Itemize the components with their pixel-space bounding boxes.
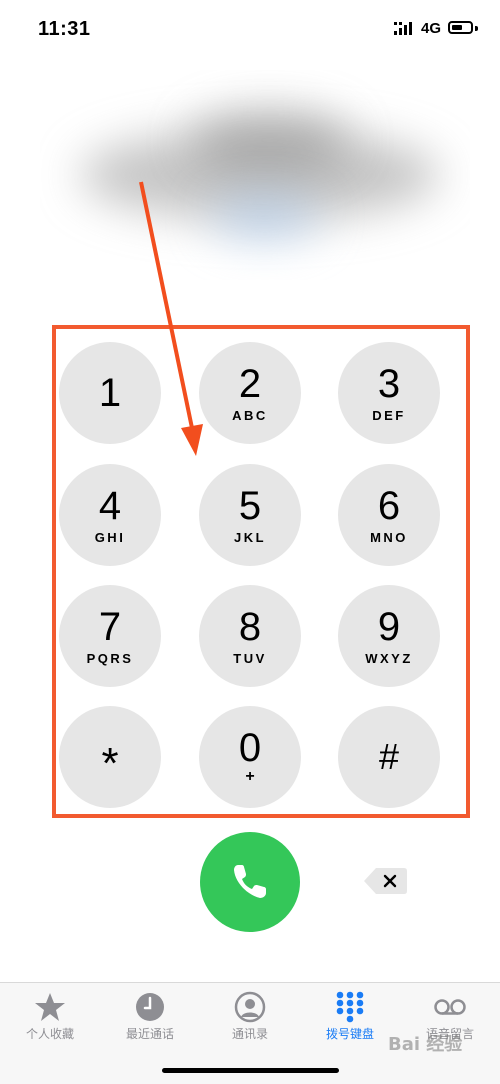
phone-icon — [234, 865, 266, 898]
key-star[interactable]: * — [59, 706, 161, 808]
tab-recents[interactable]: 最近通话 — [100, 983, 200, 1053]
key-2[interactable]: 2 ABC — [199, 342, 301, 444]
key-digit: 0 — [238, 726, 262, 770]
tab-label: 通讯录 — [231, 1027, 268, 1041]
delete-icon — [364, 868, 407, 894]
dialed-number-blurred — [40, 70, 470, 280]
key-0[interactable]: 0 + — [199, 706, 301, 808]
contacts-icon — [234, 991, 266, 1023]
key-6[interactable]: 6 MNO — [338, 464, 440, 566]
key-digit: 3 — [377, 361, 401, 406]
key-digit: 2 — [238, 361, 262, 406]
tab-keypad[interactable]: 拨号键盘 — [300, 983, 400, 1053]
watermark: Bai 经验 — [388, 1034, 463, 1055]
key-8[interactable]: 8 TUV — [199, 585, 301, 687]
voicemail-icon — [434, 999, 466, 1015]
key-letters: MNO — [370, 529, 408, 545]
tab-favorites[interactable]: 个人收藏 — [0, 983, 100, 1053]
key-1[interactable]: 1 — [59, 342, 161, 444]
home-indicator — [162, 1068, 339, 1073]
key-letters: WXYZ — [365, 650, 413, 666]
key-letters: PQRS — [86, 650, 134, 666]
star-icon — [35, 993, 65, 1021]
clock-icon — [136, 993, 164, 1021]
key-hash[interactable]: # — [338, 706, 440, 808]
key-4[interactable]: 4 GHI — [59, 464, 161, 566]
key-digit: 5 — [238, 483, 262, 528]
key-digit: # — [378, 736, 400, 777]
tab-label: 个人收藏 — [25, 1027, 74, 1041]
key-letters: ABC — [232, 407, 268, 423]
key-digit: 8 — [238, 604, 262, 649]
signal-icon — [394, 22, 412, 35]
key-digit: 9 — [377, 604, 401, 649]
tab-label: 最近通话 — [125, 1027, 174, 1041]
status-time: 11:31 — [38, 18, 91, 40]
key-letters: DEF — [372, 407, 406, 423]
network-label: 4G — [421, 20, 442, 37]
tab-label: 拨号键盘 — [325, 1027, 374, 1041]
key-digit: 7 — [98, 604, 122, 649]
call-button[interactable] — [200, 832, 300, 932]
key-5[interactable]: 5 JKL — [199, 464, 301, 566]
key-digit: 4 — [98, 483, 122, 528]
status-bar: 11:31 4G — [0, 0, 500, 60]
tab-contacts[interactable]: 通讯录 — [200, 983, 300, 1053]
key-9[interactable]: 9 WXYZ — [338, 585, 440, 687]
key-letters: JKL — [233, 529, 267, 545]
key-letters: + — [245, 768, 255, 785]
key-digit: 1 — [98, 371, 122, 415]
key-letters: GHI — [94, 529, 126, 545]
key-7[interactable]: 7 PQRS — [59, 585, 161, 687]
battery-nub — [475, 26, 478, 31]
key-letters: TUV — [233, 650, 267, 666]
key-3[interactable]: 3 DEF — [338, 342, 440, 444]
key-digit: 6 — [377, 483, 401, 528]
delete-button[interactable] — [362, 866, 408, 896]
battery-icon — [448, 21, 473, 34]
keypad-icon — [336, 991, 364, 1023]
key-digit: * — [101, 739, 119, 788]
